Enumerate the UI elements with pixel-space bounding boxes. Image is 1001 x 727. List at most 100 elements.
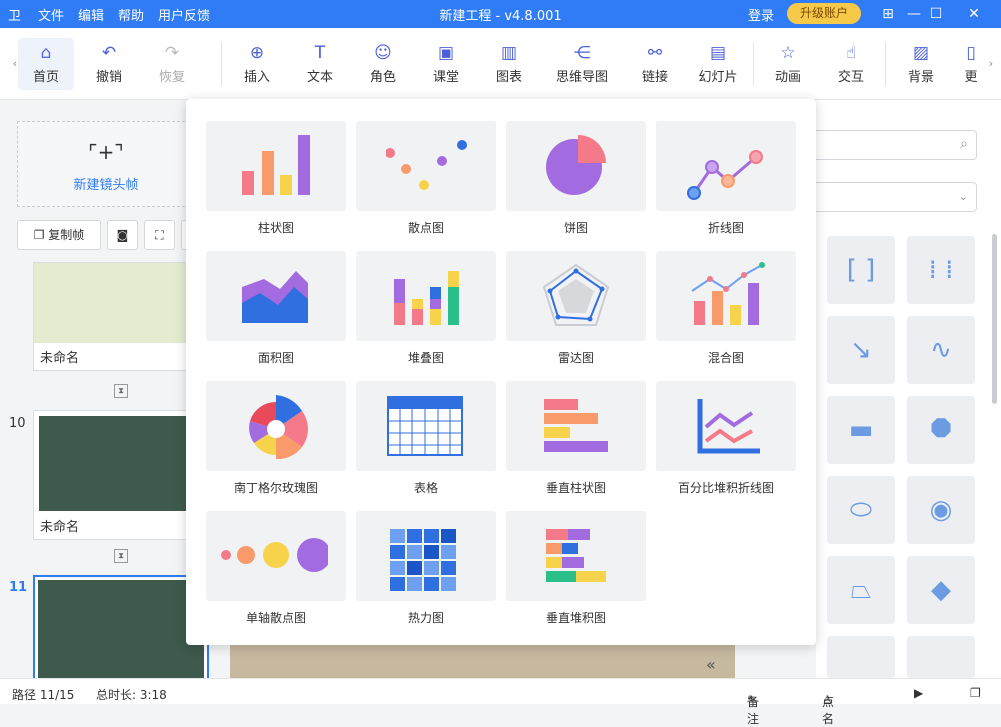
toolbar-chart-button[interactable]: ▥ 图表 — [481, 38, 537, 90]
toolbar-label: 思维导图 — [555, 70, 608, 85]
chart-option-table[interactable]: 表格 — [356, 381, 496, 503]
toolbar-label: 幻灯片 — [698, 70, 738, 85]
copy-frame-button[interactable]: ❐ 复制帧 — [17, 220, 101, 250]
toolbar-label: 恢复 — [158, 70, 185, 85]
toolbar-mindmap-button[interactable]: ⋲ 思维导图 — [550, 38, 614, 90]
shape-item[interactable] — [907, 636, 975, 678]
toolbar-text-button[interactable]: T 文本 — [292, 38, 348, 90]
chart-option-horizontal-bar[interactable]: 垂直柱状图 — [506, 381, 646, 503]
chart-option-percent-line[interactable]: 百分比堆积折线图 — [656, 381, 796, 503]
chart-option-bar[interactable]: 柱状图 — [206, 121, 346, 243]
chart-option-mixed[interactable]: 混合图 — [656, 251, 796, 373]
toolbar-separator — [753, 42, 754, 86]
present-icon[interactable]: ▶ — [914, 686, 923, 700]
toolbar-link-button[interactable]: ⚯ 链接 — [627, 38, 683, 90]
window-icon[interactable]: ❐ — [970, 686, 981, 700]
minimize-button[interactable]: — — [903, 3, 925, 25]
vertical-stack-icon — [506, 511, 646, 601]
toolbar-insert-button[interactable]: ⊕ 插入 — [229, 38, 285, 90]
shape-category-select[interactable]: ⌄ — [816, 182, 977, 212]
close-button[interactable]: ✕ — [963, 3, 985, 25]
toolbar-redo-button[interactable]: ↷ 恢复 — [144, 38, 200, 90]
add-frame-icon: ⌜+⌝ — [88, 140, 124, 164]
chart-option-label: 折线图 — [707, 221, 744, 235]
collapse-panel-icon[interactable]: « — [706, 655, 716, 674]
rectangle-shape[interactable]: ▬ — [827, 396, 895, 464]
trapezoid-shape[interactable]: ⏢ — [827, 556, 895, 624]
ellipse-shape[interactable]: ⬭ — [827, 476, 895, 544]
toolbar-more-button[interactable]: ▯ 更 — [956, 38, 986, 90]
curve-shape[interactable]: ∿ — [907, 316, 975, 384]
toolbar-label: 背景 — [907, 70, 934, 85]
chart-option-radar[interactable]: 雷达图 — [506, 251, 646, 373]
slide-thumbnail[interactable]: 未命名 — [33, 262, 209, 371]
toolbar-label: 链接 — [641, 70, 668, 85]
chart-option-label: 百分比堆积折线图 — [677, 481, 774, 495]
octagon-shape[interactable]: ⯃ — [907, 396, 975, 464]
maximize-button[interactable]: ☐ — [925, 3, 947, 25]
chart-option-line[interactable]: 折线图 — [656, 121, 796, 243]
arrow-line-shape[interactable]: ↘ — [827, 316, 895, 384]
menu-file[interactable]: 文件 — [38, 5, 64, 24]
toolbar-role-button[interactable]: ☺ 角色 — [355, 38, 411, 90]
pin-icon[interactable]: ⊞ — [877, 3, 899, 25]
diamond-shape[interactable]: ◆ — [907, 556, 975, 624]
toolbar-label: 交互 — [837, 70, 864, 85]
upgrade-account-button[interactable]: 升级账户 — [787, 3, 861, 24]
collapse-icon[interactable]: ⧗ — [114, 549, 128, 563]
menu-feedback[interactable]: 用户反馈 — [158, 5, 210, 24]
chart-option-stacked[interactable]: 堆叠图 — [356, 251, 496, 373]
chart-option-scatter[interactable]: 散点图 — [356, 121, 496, 243]
chart-option-vertical-stack[interactable]: 垂直堆积图 — [506, 511, 646, 633]
new-frame-label: 新建镜头帧 — [73, 178, 139, 193]
bracket-shape[interactable]: [ ] — [827, 236, 895, 304]
new-frame-button[interactable]: ⌜+⌝ 新建镜头帧 — [17, 121, 195, 207]
menu-help[interactable]: 帮助 — [118, 5, 144, 24]
collapse-icon[interactable]: ⧗ — [114, 384, 128, 398]
shape-search-input[interactable]: ⌕ — [816, 130, 977, 160]
menu-edit[interactable]: 编辑 — [78, 5, 104, 24]
toolbar-label: 文本 — [306, 70, 333, 85]
slide-number: 10 — [9, 416, 26, 431]
toolbar-background-button[interactable]: ▨ 背景 — [893, 38, 949, 90]
toolbar-animation-button[interactable]: ☆ 动画 — [760, 38, 816, 90]
shape-item[interactable] — [827, 636, 895, 678]
chart-option-label: 混合图 — [707, 351, 744, 365]
toolbar-undo-button[interactable]: ↶ 撤销 — [81, 38, 137, 90]
home-icon: ⌂ — [40, 43, 52, 63]
chevron-down-icon: ⌄ — [958, 190, 968, 203]
slide-name: 未命名 — [40, 351, 80, 366]
panel-scrollbar[interactable] — [992, 234, 997, 404]
dashed-bracket-shape[interactable]: ⁞ ⁞ — [907, 236, 975, 304]
chart-option-pie[interactable]: 饼图 — [506, 121, 646, 243]
chart-option-label: 散点图 — [407, 221, 444, 235]
toolbar-separator — [221, 42, 222, 86]
toolbar-home-button[interactable]: ⌂ 首页 — [18, 38, 74, 90]
total-duration: 总时长: 3:18 — [96, 688, 167, 702]
slide-thumbnail-selected[interactable] — [33, 575, 209, 678]
star-icon: ☆ — [780, 43, 796, 63]
canvas-area[interactable] — [230, 640, 735, 678]
toolbar-interaction-button[interactable]: ☝ 交互 — [823, 38, 879, 90]
toolbar-label: 撤销 — [95, 70, 122, 85]
fit-frame-button[interactable]: ⛶ — [144, 220, 175, 250]
person-icon: ☺ — [374, 43, 392, 63]
chart-option-area[interactable]: 面积图 — [206, 251, 346, 373]
chart-option-label: 热力图 — [407, 611, 444, 625]
slide-icon: ▤ — [709, 43, 727, 63]
slide-thumbnail[interactable]: 未命名 — [33, 410, 209, 540]
toolbar-scroll-right-icon[interactable]: › — [985, 54, 997, 74]
login-button[interactable]: 登录 — [748, 5, 774, 24]
chart-option-label: 垂直柱状图 — [545, 481, 606, 495]
slide-preview — [39, 416, 203, 511]
chart-option-single-axis-scatter[interactable]: 单轴散点图 — [206, 511, 346, 633]
camera-button[interactable]: ◙ — [107, 220, 138, 250]
chart-option-rose[interactable]: 南丁格尔玫瑰图 — [206, 381, 346, 503]
circle-radius-shape[interactable]: ◉ — [907, 476, 975, 544]
toolbar-separator — [885, 42, 886, 86]
line-chart-icon — [656, 121, 796, 211]
toolbar-classroom-button[interactable]: ▣ 课堂 — [418, 38, 474, 90]
chart-option-heatmap[interactable]: 热力图 — [356, 511, 496, 633]
chart-option-label: 表格 — [413, 481, 438, 495]
toolbar-slide-button[interactable]: ▤ 幻灯片 — [690, 38, 746, 90]
